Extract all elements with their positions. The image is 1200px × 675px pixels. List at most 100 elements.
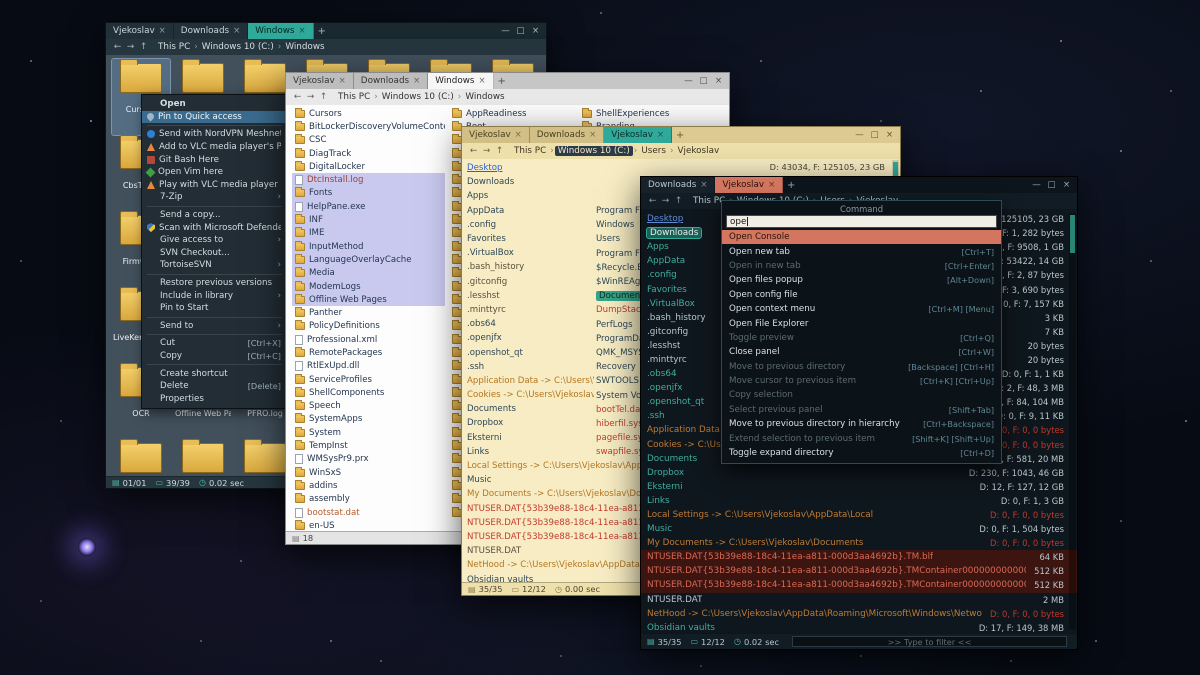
filter-input[interactable]: >> Type to filter << xyxy=(792,636,1067,647)
tab-windows[interactable]: Windows× xyxy=(248,23,313,39)
maximize-button[interactable]: □ xyxy=(696,76,711,86)
command-item-toggle-expand-directory[interactable]: Toggle expand directory[Ctrl+D] xyxy=(722,446,1001,460)
menu-item-scan-with-microsoft-defender[interactable]: Scan with Microsoft Defender... xyxy=(142,221,287,234)
menu-item-create-shortcut[interactable]: Create shortcut xyxy=(142,367,287,380)
maximize-button[interactable]: □ xyxy=(867,130,882,140)
file-row-nethood[interactable]: NetHood -> C:\Users\Vjekoslav\AppData\Ro… xyxy=(641,607,1077,621)
tab-vjekoslav[interactable]: Vjekoslav× xyxy=(106,23,174,39)
file-row-music[interactable]: MusicD: 0, F: 1, 504 bytes xyxy=(641,522,1077,536)
file-item-appreadiness[interactable]: AppReadiness xyxy=(449,107,575,120)
file-item-favorites[interactable]: Favorites xyxy=(467,232,594,246)
file-row-eksterni[interactable]: EksterniD: 12, F: 127, 12 GB xyxy=(641,480,1077,494)
breadcrumb-segment-users[interactable]: Users xyxy=(638,146,669,156)
file-item-minttyrc[interactable]: .minttyrc xyxy=(467,303,594,317)
tab-close-icon[interactable]: × xyxy=(657,130,664,140)
file-row-ntuser-dat[interactable]: NTUSER.DAT2 MB xyxy=(641,593,1077,607)
up-button[interactable]: ↑ xyxy=(672,196,685,206)
file-item-media[interactable]: Media xyxy=(292,267,445,280)
tab-downloads[interactable]: Downloads× xyxy=(354,73,428,89)
command-item-close-panel[interactable]: Close panel[Ctrl+W] xyxy=(722,345,1001,359)
file-item-desktop[interactable]: Desktop xyxy=(467,161,594,175)
back-button[interactable]: ← xyxy=(467,146,480,156)
file-row-local-settings[interactable]: Local Settings -> C:\Users\Vjekoslav\App… xyxy=(641,508,1077,522)
file-item-assembly[interactable]: assembly xyxy=(292,493,445,506)
menu-item-pin-to-quick-access[interactable]: Pin to Quick access xyxy=(142,111,287,124)
close-button[interactable]: × xyxy=(1059,180,1074,190)
tab-vjekoslav[interactable]: Vjekoslav× xyxy=(715,177,783,193)
command-item-move-cursor-to-previous-item[interactable]: Move cursor to previous item[Ctrl+K] [Ct… xyxy=(722,374,1001,388)
tab-close-icon[interactable]: × xyxy=(159,26,166,36)
file-item-system[interactable]: System xyxy=(292,426,445,439)
file-item-panther[interactable]: Panther xyxy=(292,306,445,319)
breadcrumb-segment-this-pc[interactable]: This PC xyxy=(335,92,373,102)
file-item-cursors[interactable]: Cursors xyxy=(292,107,445,120)
file-row-links[interactable]: LinksD: 0, F: 1, 3 GB xyxy=(641,494,1077,508)
file-item-digitallocker[interactable]: DigitalLocker xyxy=(292,160,445,173)
file-item-lesshst[interactable]: .lesshst xyxy=(467,289,594,303)
file-item-professional-xml[interactable]: Professional.xml xyxy=(292,333,445,346)
menu-item-send-a-copy[interactable]: Send a copy... xyxy=(142,209,287,222)
tab-close-icon[interactable]: × xyxy=(768,180,775,190)
menu-item-pin-to-start[interactable]: Pin to Start xyxy=(142,302,287,315)
file-item-ime[interactable]: IME xyxy=(292,227,445,240)
file-item-bash-history[interactable]: .bash_history xyxy=(467,260,594,274)
close-button[interactable]: × xyxy=(528,26,543,36)
menu-item-give-access-to[interactable]: Give access to› xyxy=(142,234,287,247)
new-tab-button[interactable]: + xyxy=(494,76,510,87)
titlebar-spacer[interactable] xyxy=(330,23,498,39)
file-item-languageoverlaycache[interactable]: LanguageOverlayCache xyxy=(292,253,445,266)
menu-item-copy[interactable]: Copy[Ctrl+C] xyxy=(142,350,287,363)
file-item-cookies[interactable]: Cookies -> C:\Users\Vjekoslav\AppData\Lo… xyxy=(467,388,594,402)
back-button[interactable]: ← xyxy=(291,92,304,102)
file-item-documents[interactable]: Documents xyxy=(467,402,594,416)
menu-item-7-zip[interactable]: 7-Zip› xyxy=(142,191,287,204)
forward-button[interactable]: → xyxy=(304,92,317,102)
tab-close-icon[interactable]: × xyxy=(339,76,346,86)
command-item-open-new-tab[interactable]: Open new tab[Ctrl+T] xyxy=(722,244,1001,258)
command-item-open-context-menu[interactable]: Open context menu[Ctrl+M] [Menu] xyxy=(722,302,1001,316)
menu-item-cut[interactable]: Cut[Ctrl+X] xyxy=(142,337,287,350)
titlebar-spacer[interactable] xyxy=(688,127,852,143)
tab-close-icon[interactable]: × xyxy=(233,26,240,36)
file-item-ssh[interactable]: .ssh xyxy=(467,360,594,374)
file-item-fonts[interactable]: Fonts xyxy=(292,187,445,200)
file-item-remotepackages[interactable]: RemotePackages xyxy=(292,346,445,359)
file-item-virtualbox[interactable]: .VirtualBox xyxy=(467,246,594,260)
back-button[interactable]: ← xyxy=(111,42,124,52)
breadcrumb-segment-windows-10-c[interactable]: Windows 10 (C:) xyxy=(379,92,457,102)
minimize-button[interactable]: — xyxy=(852,130,867,140)
up-button[interactable]: ↑ xyxy=(137,42,150,52)
file-item-appdata[interactable]: AppData xyxy=(467,204,594,218)
file-item-openjfx[interactable]: .openjfx xyxy=(467,331,594,345)
back-button[interactable]: ← xyxy=(646,196,659,206)
file-item-serviceprofiles[interactable]: ServiceProfiles xyxy=(292,373,445,386)
file-item-bootstat-dat[interactable]: bootstat.dat xyxy=(292,506,445,519)
file-item-bitlockerdiscoveryvolumecontents[interactable]: BitLockerDiscoveryVolumeContents xyxy=(292,120,445,133)
file-row-my-documents[interactable]: My Documents -> C:\Users\Vjekoslav\Docum… xyxy=(641,536,1077,550)
tab-vjekoslav[interactable]: Vjekoslav× xyxy=(604,127,672,143)
new-tab-button[interactable]: + xyxy=(672,130,688,141)
menu-item-send-to[interactable]: Send to› xyxy=(142,320,287,333)
file-item-modemlogs[interactable]: ModemLogs xyxy=(292,280,445,293)
tab-close-icon[interactable]: × xyxy=(479,76,486,86)
scrollbar-thumb[interactable] xyxy=(1070,215,1075,253)
menu-item-git-bash-here[interactable]: Git Bash Here xyxy=(142,153,287,166)
titlebar-spacer[interactable] xyxy=(799,177,1029,193)
command-item-open-file-explorer[interactable]: Open File Explorer xyxy=(722,316,1001,330)
command-item-extend-selection-to-previous-item[interactable]: Extend selection to previous item[Shift+… xyxy=(722,431,1001,445)
command-item-open-in-new-tab[interactable]: Open in new tab[Ctrl+Enter] xyxy=(722,259,1001,273)
tab-close-icon[interactable]: × xyxy=(515,130,522,140)
tab-vjekoslav[interactable]: Vjekoslav× xyxy=(462,127,530,143)
menu-item-add-to-vlc-media-player-s-playlist[interactable]: Add to VLC media player's Playlist xyxy=(142,141,287,154)
file-item-eksterni[interactable]: Eksterni xyxy=(467,431,594,445)
file-item-winsxs[interactable]: WinSxS xyxy=(292,466,445,479)
file-item-dtcinstall-log[interactable]: DtcInstall.log xyxy=(292,173,445,186)
file-item-en-us[interactable]: en-US xyxy=(292,519,445,531)
close-button[interactable]: × xyxy=(882,130,897,140)
menu-item-open-vim-here[interactable]: Open Vim here xyxy=(142,166,287,179)
breadcrumb-segment-windows[interactable]: Windows xyxy=(462,92,507,102)
file-item-apps[interactable]: Apps xyxy=(467,189,594,203)
forward-button[interactable]: → xyxy=(124,42,137,52)
file-item-application-data[interactable]: Application Data -> C:\Users\Vjekoslav\A… xyxy=(467,374,594,388)
file-item-obs64[interactable]: .obs64 xyxy=(467,317,594,331)
